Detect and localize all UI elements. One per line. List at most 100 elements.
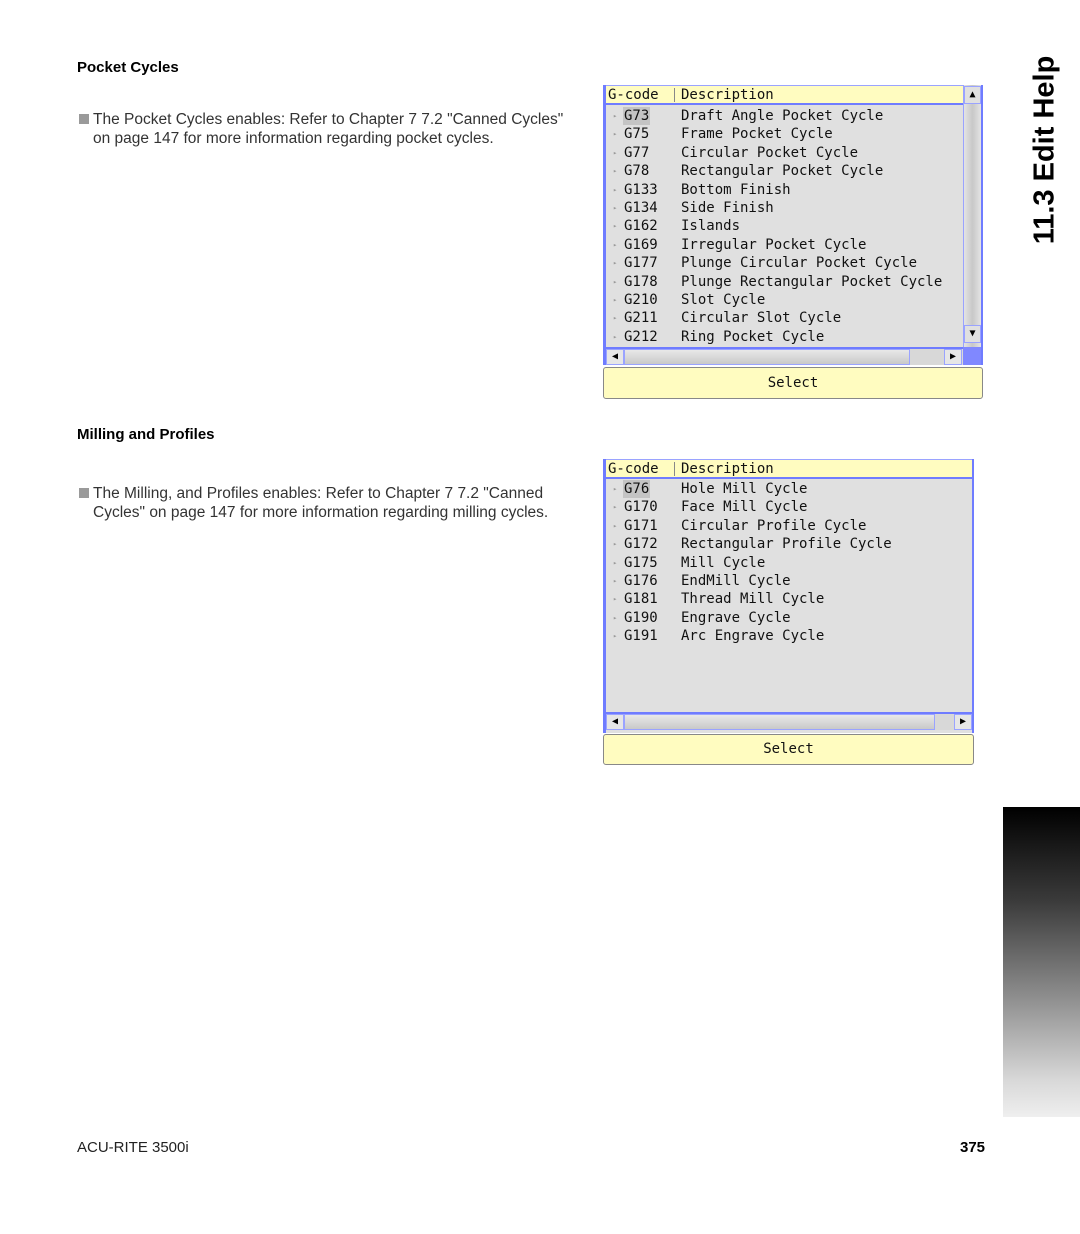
- gcode-cell: G190: [624, 609, 658, 626]
- gcode-cell: G172: [624, 536, 658, 553]
- column-separator[interactable]: [674, 462, 675, 476]
- scroll-up-button[interactable]: ▲: [964, 86, 981, 104]
- expand-arrow-icon: ▸: [613, 485, 618, 493]
- scroll-left-button[interactable]: ◀: [606, 349, 624, 365]
- expand-arrow-icon: ▸: [613, 613, 618, 622]
- scrollbar-corner: [963, 347, 981, 365]
- list-item[interactable]: ▸ G177 Plunge Circular Pocket Cycle: [606, 254, 963, 272]
- gcode-cell: G177: [624, 255, 658, 272]
- list-item[interactable]: ▸ G170 Face Mill Cycle: [606, 498, 972, 516]
- expand-arrow-icon: ▸: [613, 130, 618, 139]
- select-button[interactable]: Select: [603, 367, 983, 399]
- expand-arrow-icon: ▸: [613, 540, 618, 549]
- description-cell: Plunge Circular Pocket Cycle: [681, 255, 918, 272]
- expand-arrow-icon: ▸: [613, 203, 618, 212]
- gcode-cell: G176: [624, 572, 658, 589]
- column-header-gcode[interactable]: G-code: [608, 86, 659, 104]
- description-cell: Rectangular Pocket Cycle: [681, 163, 884, 180]
- list-item[interactable]: ▸ G175 Mill Cycle: [606, 554, 972, 572]
- description-cell: Arc Engrave Cycle: [681, 628, 825, 645]
- horizontal-scrollbar[interactable]: ◀ ▶: [606, 712, 972, 730]
- select-button[interactable]: Select: [603, 734, 974, 765]
- expand-arrow-icon: ▸: [613, 314, 618, 323]
- list-rows: ▸ G76 Hole Mill Cycle ▸ G170 Face Mill Cycle ▸…: [606, 480, 972, 646]
- description-cell: Hole Mill Cycle: [681, 481, 808, 497]
- scroll-left-icon: ◀: [611, 351, 619, 362]
- list-item[interactable]: ▸ G171 Circular Profile Cycle: [606, 517, 972, 535]
- description-cell: EndMill Cycle: [681, 572, 791, 589]
- pocket-cycles-dialog: G-code Description ▸ G73 Draft Angle Pocke…: [603, 85, 983, 399]
- description-cell: Plunge Rectangular Pocket Cycle: [681, 273, 943, 290]
- expand-arrow-icon: ▸: [613, 295, 618, 304]
- expand-arrow-icon: ▸: [613, 595, 618, 604]
- expand-arrow-icon: ▸: [613, 167, 618, 176]
- gcode-cell: G170: [624, 499, 658, 516]
- list-rows: ▸ G73 Draft Angle Pocket Cycle ▸ G75 Frame Po…: [606, 107, 963, 346]
- expand-arrow-icon: ▸: [613, 277, 618, 286]
- list-item[interactable]: ▸ G211 Circular Slot Cycle: [606, 309, 963, 327]
- scroll-right-icon: ▶: [949, 351, 957, 362]
- list-item[interactable]: ▸ G162 Islands: [606, 217, 963, 235]
- description-cell: Islands: [681, 218, 741, 235]
- gcode-cell: G77: [624, 144, 650, 161]
- list-item[interactable]: ▸ G181 Thread Mill Cycle: [606, 590, 972, 608]
- description-cell: Ring Pocket Cycle: [681, 328, 825, 345]
- expand-arrow-icon: ▸: [613, 576, 618, 585]
- description-cell: Irregular Pocket Cycle: [681, 236, 867, 253]
- scroll-left-button[interactable]: ◀: [606, 714, 624, 730]
- list-item[interactable]: ▸ G178 Plunge Rectangular Pocket Cycle: [606, 273, 963, 291]
- list-item[interactable]: ▸ G73 Draft Angle Pocket Cycle: [606, 107, 963, 125]
- list-item[interactable]: ▸ G212 Ring Pocket Cycle: [606, 328, 963, 346]
- column-header-gcode[interactable]: G-code: [608, 460, 659, 478]
- list-item[interactable]: ▸ G77 Circular Pocket Cycle: [606, 144, 963, 162]
- description-cell: Rectangular Profile Cycle: [681, 536, 892, 553]
- scroll-up-icon: ▲: [969, 89, 976, 100]
- list-item[interactable]: ▸ G76 Hole Mill Cycle: [606, 480, 972, 498]
- chapter-side-tab: 11.3 Edit Help: [1020, 55, 1070, 245]
- expand-arrow-icon: ▸: [613, 222, 618, 231]
- chapter-title: 11.3 Edit Help: [1028, 55, 1061, 245]
- column-header-description[interactable]: Description: [681, 460, 774, 478]
- gcode-cell: G134: [624, 199, 658, 216]
- list-item[interactable]: ▸ G169 Irregular Pocket Cycle: [606, 236, 963, 254]
- expand-arrow-icon: ▸: [613, 521, 618, 530]
- scroll-down-icon: ▼: [969, 328, 976, 339]
- gcode-cell: G210: [624, 291, 658, 308]
- expand-arrow-icon: ▸: [613, 112, 618, 120]
- list-item[interactable]: ▸ G75 Frame Pocket Cycle: [606, 125, 963, 143]
- horizontal-scroll-thumb[interactable]: [624, 714, 935, 730]
- description-cell: Slot Cycle: [681, 291, 766, 308]
- list-item[interactable]: ▸ G191 Arc Engrave Cycle: [606, 627, 972, 645]
- description-cell: Face Mill Cycle: [681, 499, 808, 516]
- expand-arrow-icon: ▸: [613, 259, 618, 268]
- description-cell: Engrave Cycle: [681, 609, 791, 626]
- list-item[interactable]: ▸ G190 Engrave Cycle: [606, 609, 972, 627]
- list-item[interactable]: ▸ G172 Rectangular Profile Cycle: [606, 535, 972, 553]
- column-header-description[interactable]: Description: [681, 86, 774, 104]
- list-header: G-code Description: [606, 459, 972, 479]
- footer-page-number: 375: [960, 1139, 986, 1156]
- gcode-cell: G133: [624, 181, 658, 198]
- list-item[interactable]: ▸ G133 Bottom Finish: [606, 181, 963, 199]
- gcode-cell: G191: [624, 628, 658, 645]
- scroll-down-button[interactable]: ▼: [964, 325, 981, 343]
- horizontal-scrollbar[interactable]: ◀ ▶: [606, 347, 963, 365]
- expand-arrow-icon: ▸: [613, 558, 618, 567]
- milling-profiles-dialog: G-code Description ▸ G76 Hole Mill Cycle ▸ G…: [603, 459, 974, 765]
- horizontal-scroll-thumb[interactable]: [624, 349, 910, 365]
- list-item[interactable]: ▸ G210 Slot Cycle: [606, 291, 963, 309]
- list-item[interactable]: ▸ G134 Side Finish: [606, 199, 963, 217]
- expand-arrow-icon: ▸: [613, 332, 618, 341]
- list-item[interactable]: ▸ G176 EndMill Cycle: [606, 572, 972, 590]
- description-cell: Bottom Finish: [681, 181, 791, 198]
- vertical-scrollbar[interactable]: ▲ ▼: [963, 85, 981, 347]
- scroll-right-button[interactable]: ▶: [944, 349, 962, 365]
- gcode-cell: G175: [624, 554, 658, 571]
- scroll-left-icon: ◀: [611, 716, 619, 727]
- list-item[interactable]: ▸ G78 Rectangular Pocket Cycle: [606, 162, 963, 180]
- body-text: The Pocket Cycles enables: Refer to Chap…: [93, 111, 564, 147]
- scroll-right-button[interactable]: ▶: [954, 714, 972, 730]
- column-separator[interactable]: [674, 88, 675, 102]
- expand-arrow-icon: ▸: [613, 503, 618, 512]
- bullet-square-icon: [79, 488, 89, 498]
